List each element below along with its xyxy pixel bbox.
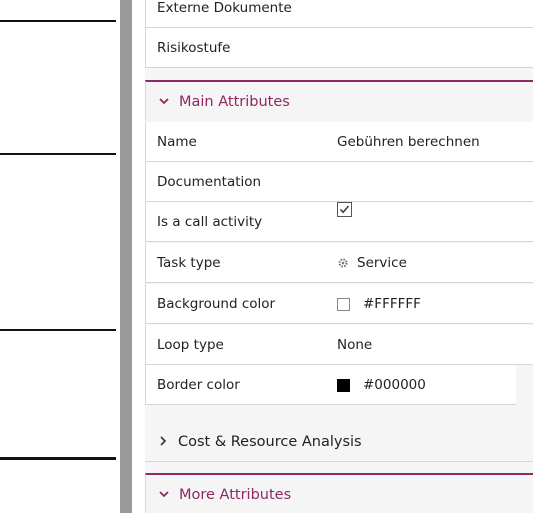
- properties-panel: Externe Dokumente Risikostufe Main Attri…: [145, 0, 533, 513]
- checkmark-icon: [339, 205, 350, 214]
- row-label: Is a call activity: [157, 214, 263, 230]
- row-label: Externe Dokumente: [157, 0, 292, 16]
- panel-resize-handle[interactable]: [120, 0, 132, 513]
- row-task-type[interactable]: Task type Service: [145, 243, 533, 283]
- section-main-attributes[interactable]: Main Attributes: [145, 80, 533, 120]
- chevron-right-icon: [157, 422, 171, 462]
- chevron-down-icon: [158, 475, 172, 515]
- task-type-text: Service: [357, 255, 407, 271]
- diagram-canvas[interactable]: [0, 0, 120, 513]
- row-documentation[interactable]: Documentation: [145, 162, 533, 202]
- section-title: Cost & Resource Analysis: [178, 434, 362, 450]
- background-color-text: #FFFFFF: [363, 296, 421, 312]
- name-value[interactable]: Gebühren berechnen: [337, 122, 480, 162]
- row-label: Border color: [157, 377, 240, 393]
- row-risikostufe[interactable]: Risikostufe: [145, 28, 533, 68]
- loop-type-value[interactable]: None: [337, 325, 372, 365]
- row-label: Task type: [157, 255, 221, 271]
- section-title: Main Attributes: [179, 94, 290, 110]
- call-activity-checkbox[interactable]: [337, 202, 352, 217]
- section-cost-resource-analysis[interactable]: Cost & Resource Analysis: [145, 422, 533, 462]
- call-activity-value: [337, 202, 352, 217]
- border-color-swatch[interactable]: [337, 378, 350, 392]
- task-type-value[interactable]: Service: [337, 243, 407, 283]
- panel-gutter: [132, 0, 145, 513]
- section-title: More Attributes: [179, 487, 292, 503]
- canvas-shape-edge: [0, 153, 116, 155]
- row-name[interactable]: Name Gebühren berechnen: [145, 122, 533, 162]
- row-label: Documentation: [157, 174, 262, 190]
- background-color-value[interactable]: #FFFFFF: [337, 284, 421, 324]
- row-loop-type[interactable]: Loop type None: [145, 325, 533, 365]
- row-externe-dokumente[interactable]: Externe Dokumente: [145, 0, 533, 28]
- row-call-activity[interactable]: Is a call activity: [145, 202, 533, 242]
- canvas-shape-edge: [0, 457, 116, 460]
- chevron-down-icon: [158, 82, 172, 122]
- background-color-swatch[interactable]: [337, 297, 350, 311]
- row-label: Risikostufe: [157, 40, 231, 56]
- border-color-value[interactable]: #000000: [337, 365, 426, 405]
- canvas-shape-edge: [0, 329, 116, 331]
- section-more-attributes[interactable]: More Attributes: [145, 473, 533, 513]
- gear-icon: [337, 257, 349, 269]
- row-background-color[interactable]: Background color #FFFFFF: [145, 284, 533, 324]
- row-label: Background color: [157, 296, 276, 312]
- canvas-shape-edge: [0, 20, 116, 22]
- row-border-color[interactable]: Border color #000000: [145, 365, 516, 405]
- row-label: Loop type: [157, 337, 224, 353]
- border-color-text: #000000: [363, 377, 426, 393]
- row-label: Name: [157, 134, 197, 150]
